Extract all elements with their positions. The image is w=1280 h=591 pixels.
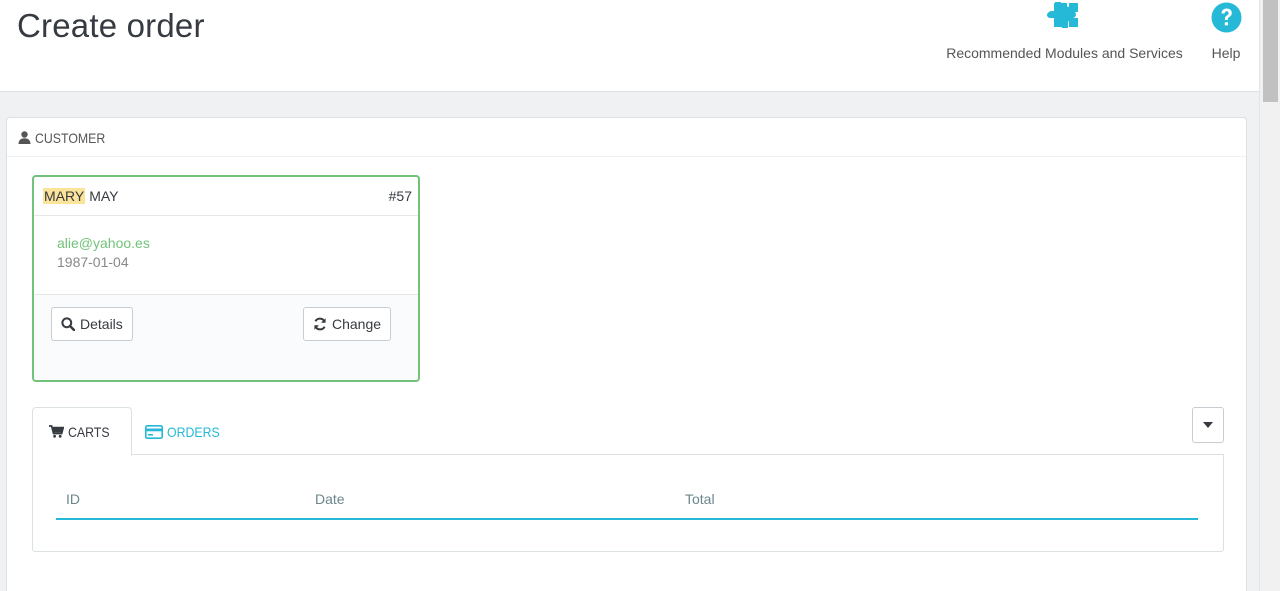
- change-label: Change: [332, 316, 382, 332]
- customer-card: MARY MAY #57 alie@yahoo.es 1987-01-04 De…: [32, 175, 420, 382]
- scrollbar-thumb[interactable]: [1263, 0, 1278, 102]
- customer-id: #57: [388, 188, 412, 204]
- cart-icon: [49, 425, 64, 438]
- column-header-id[interactable]: ID: [66, 491, 80, 507]
- page-scrollbar[interactable]: [1259, 0, 1280, 591]
- tab-carts-label: CARTS: [68, 423, 110, 440]
- refresh-icon: [314, 317, 326, 331]
- customer-birthdate: 1987-01-04: [57, 254, 129, 270]
- carts-table-header: ID Date Total: [56, 486, 1198, 520]
- details-button[interactable]: Details: [51, 307, 133, 341]
- customer-card-footer: Details Change: [34, 294, 418, 380]
- customer-last-name: MAY: [89, 188, 119, 204]
- customer-email-link[interactable]: alie@yahoo.es: [57, 235, 418, 251]
- puzzle-icon: [1045, 1, 1081, 36]
- credit-card-icon: [145, 424, 163, 439]
- customer-panel: CUSTOMER MARY MAY #57 alie@yahoo.es 1987…: [6, 117, 1247, 591]
- details-label: Details: [80, 316, 123, 332]
- customer-history-tabs: CARTS ORDERS: [32, 407, 1224, 456]
- customer-name: MARY MAY: [43, 188, 119, 204]
- help-icon: [1211, 2, 1242, 36]
- tab-orders-label: ORDERS: [167, 423, 220, 440]
- change-button[interactable]: Change: [303, 307, 392, 341]
- carts-tab-content: ID Date Total: [32, 455, 1224, 552]
- panel-heading: CUSTOMER: [7, 118, 1246, 157]
- tab-carts[interactable]: CARTS: [32, 407, 133, 456]
- search-icon: [61, 317, 75, 331]
- help-label: Help: [1211, 45, 1241, 61]
- tab-orders[interactable]: ORDERS: [129, 407, 243, 456]
- page-header: Create order Recommended Modules and Ser…: [0, 0, 1259, 92]
- customer-first-name: MARY: [43, 188, 86, 204]
- column-header-date[interactable]: Date: [315, 491, 345, 507]
- caret-down-icon: [1203, 422, 1213, 428]
- recommended-modules-label: Recommended Modules and Services: [946, 45, 1183, 61]
- customer-card-header: MARY MAY #57: [34, 177, 418, 216]
- user-icon: [18, 131, 31, 144]
- page-title: Create order: [17, 7, 205, 44]
- column-header-total[interactable]: Total: [685, 491, 715, 507]
- customer-card-body: alie@yahoo.es 1987-01-04: [34, 216, 418, 294]
- panel-heading-label: CUSTOMER: [35, 129, 106, 146]
- tabs-dropdown-toggle[interactable]: [1192, 407, 1224, 443]
